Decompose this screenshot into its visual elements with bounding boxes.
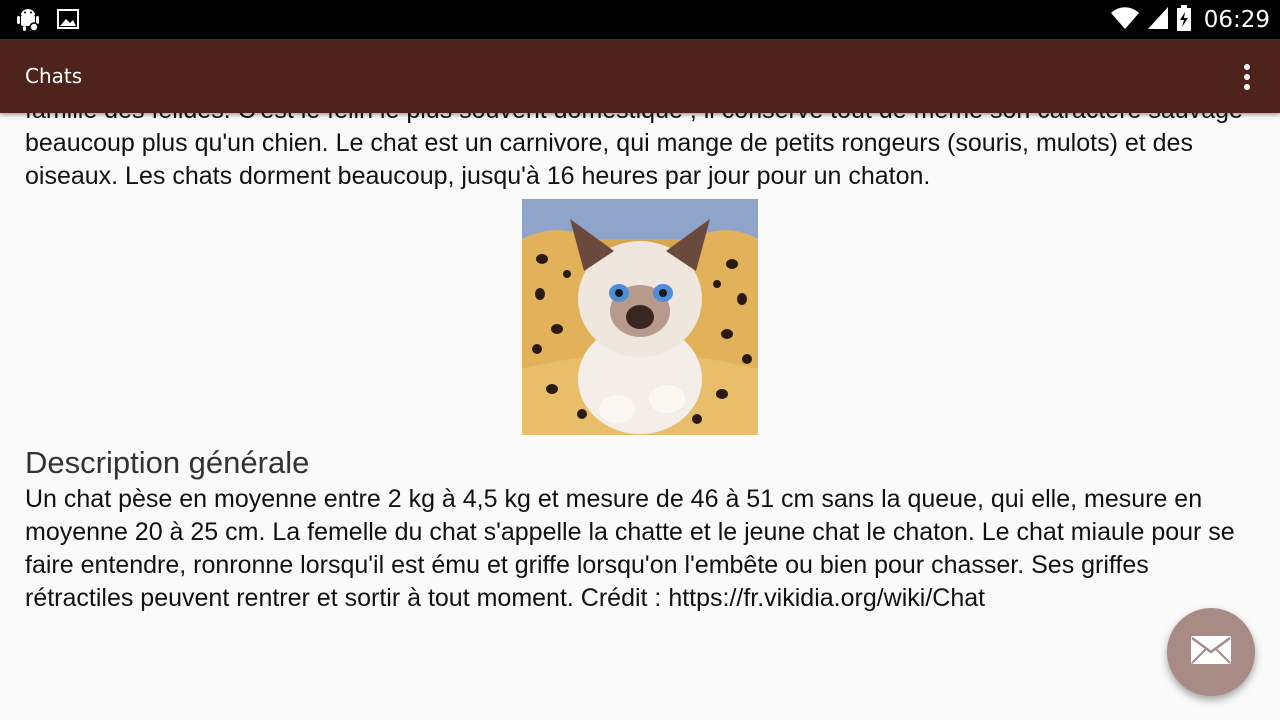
overflow-menu-icon[interactable] (1232, 61, 1262, 93)
description-paragraph: Un chat pèse en moyenne entre 2 kg à 4,5… (25, 483, 1260, 615)
description-text: Un chat pèse en moyenne entre 2 kg à 4,5… (25, 485, 1235, 612)
status-bar: 06:29 (0, 0, 1280, 39)
status-left-icons (14, 5, 80, 37)
toolbar-title: Chats (25, 64, 83, 88)
article-content[interactable]: famille des félidés. C'est le félin le p… (0, 113, 1280, 720)
credit-link[interactable]: https://fr.vikidia.org/wiki/Chat (668, 584, 985, 612)
status-right-icons: 06:29 (1110, 4, 1270, 36)
status-time: 06:29 (1203, 7, 1270, 33)
mail-fab-button[interactable] (1167, 608, 1255, 696)
mail-icon (1190, 635, 1232, 669)
article-body: famille des félidés. C'est le félin le p… (25, 113, 1260, 615)
intro-paragraph: famille des félidés. C'est le félin le p… (25, 113, 1243, 190)
signal-icon (1146, 5, 1170, 35)
android-icon (14, 5, 42, 37)
image-container (25, 199, 1255, 435)
kitten-photo (522, 199, 758, 435)
section-heading: Description générale (25, 445, 310, 480)
battery-icon (1176, 4, 1192, 36)
app-toolbar: Chats (0, 39, 1280, 113)
image-icon (56, 5, 80, 37)
wifi-icon (1110, 5, 1140, 35)
